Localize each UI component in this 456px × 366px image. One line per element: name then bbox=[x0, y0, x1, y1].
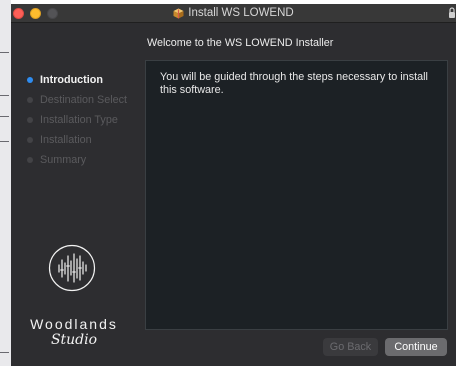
package-icon bbox=[173, 8, 184, 19]
step-dot-icon bbox=[27, 157, 33, 163]
step-label: Installation bbox=[40, 134, 92, 146]
desktop-mark bbox=[0, 352, 9, 353]
introduction-text: You will be guided through the steps nec… bbox=[160, 71, 428, 96]
step-installation-type: Installation Type bbox=[25, 110, 145, 130]
step-label: Summary bbox=[40, 154, 87, 166]
desktop-mark bbox=[0, 141, 9, 142]
logo-wordmark: Woodlands bbox=[30, 316, 118, 332]
window-title-group: Install WS LOWEND bbox=[11, 6, 456, 21]
go-back-button[interactable]: Go Back bbox=[323, 338, 378, 356]
step-label: Introduction bbox=[40, 74, 103, 86]
installer-window: Install WS LOWEND Welcome to the WS LOWE… bbox=[11, 4, 456, 366]
step-dot-icon bbox=[27, 137, 33, 143]
step-label: Installation Type bbox=[40, 114, 118, 126]
installer-subtitle: Welcome to the WS LOWEND Installer bbox=[147, 37, 334, 49]
step-label: Destination Select bbox=[40, 94, 128, 106]
content-panel: You will be guided through the steps nec… bbox=[145, 60, 448, 330]
desktop-mark bbox=[0, 95, 9, 96]
step-introduction: Introduction bbox=[25, 70, 145, 90]
sound-wave-emblem-icon bbox=[48, 244, 96, 292]
desktop-mark bbox=[0, 52, 9, 53]
step-dot-icon bbox=[27, 97, 33, 103]
installer-steps: Introduction Destination Select Installa… bbox=[25, 70, 145, 170]
continue-button[interactable]: Continue bbox=[385, 338, 447, 356]
logo-subtitle: Studio bbox=[50, 332, 98, 348]
desktop-mark bbox=[0, 116, 9, 117]
step-installation: Installation bbox=[25, 130, 145, 150]
active-step-dot-icon bbox=[27, 77, 33, 83]
window-title: Install WS LOWEND bbox=[188, 7, 294, 19]
step-destination-select: Destination Select bbox=[25, 90, 145, 110]
step-dot-icon bbox=[27, 117, 33, 123]
step-summary: Summary bbox=[25, 150, 145, 170]
desktop-edge bbox=[0, 0, 11, 366]
lock-icon bbox=[449, 7, 455, 18]
title-bar[interactable]: Install WS LOWEND bbox=[11, 4, 456, 23]
